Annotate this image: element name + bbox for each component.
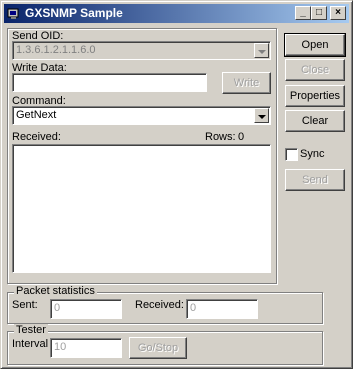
go-stop-button[interactable]: Go/Stop (129, 337, 187, 359)
chevron-down-icon[interactable] (254, 43, 269, 58)
close-window-button[interactable]: × (330, 6, 346, 20)
received-count-value: 0 (190, 302, 197, 314)
command-combo[interactable]: GetNext (12, 106, 271, 125)
received-count-field[interactable]: 0 (186, 299, 258, 319)
packet-statistics-title: Packet statistics (14, 285, 97, 297)
received-textarea[interactable] (12, 144, 271, 273)
app-window: GXSNMP Sample _ □ × Send OID: 1.3.6.1.2.… (0, 0, 353, 369)
send-oid-combo[interactable]: 1.3.6.1.2.1.1.6.0 (12, 41, 271, 60)
title-bar[interactable]: GXSNMP Sample _ □ × (4, 4, 349, 23)
tester-title: Tester (14, 324, 48, 336)
close-button[interactable]: Close (285, 59, 345, 81)
window-title: GXSNMP Sample (25, 6, 123, 20)
received-label: Received: (12, 131, 61, 143)
app-icon (7, 8, 19, 19)
interval-field[interactable]: 10 (50, 338, 122, 358)
minimize-button[interactable]: _ (295, 6, 311, 20)
open-button[interactable]: Open (284, 33, 346, 57)
sync-label: Sync (300, 148, 325, 160)
command-value: GetNext (16, 109, 57, 121)
sent-label: Sent: (12, 299, 38, 311)
received-count-label: Received: (135, 299, 184, 311)
chevron-down-icon[interactable] (254, 108, 269, 123)
send-button[interactable]: Send (285, 169, 345, 191)
properties-button[interactable]: Properties (285, 85, 345, 107)
write-button[interactable]: Write (222, 72, 271, 94)
write-data-input[interactable] (12, 73, 207, 92)
maximize-button[interactable]: □ (311, 6, 327, 20)
sent-field[interactable]: 0 (50, 299, 122, 319)
rows-count: 0 (238, 131, 245, 143)
sent-value: 0 (54, 302, 61, 314)
clear-button[interactable]: Clear (285, 110, 345, 132)
sync-checkbox[interactable] (285, 148, 298, 161)
interval-label: Interval (12, 338, 49, 350)
send-oid-value: 1.3.6.1.2.1.1.6.0 (16, 44, 96, 56)
interval-value: 10 (54, 341, 67, 353)
rows-label: Rows: (205, 131, 236, 143)
